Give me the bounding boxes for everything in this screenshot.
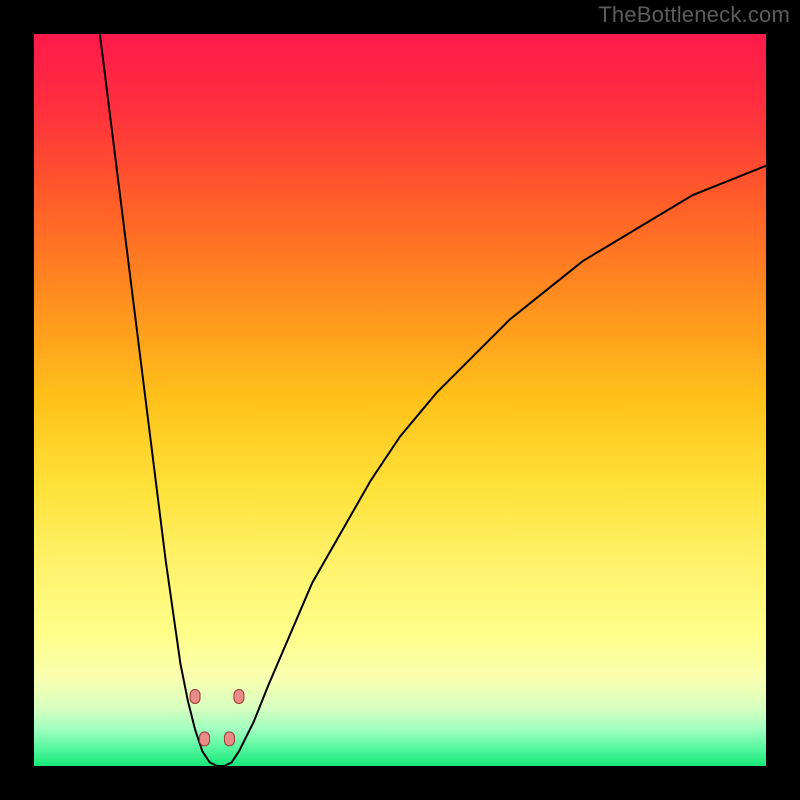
chart-frame: TheBottleneck.com xyxy=(0,0,800,800)
curve-marker xyxy=(200,732,210,746)
plot-area xyxy=(34,34,766,766)
curve-marker xyxy=(190,689,200,703)
watermark-text: TheBottleneck.com xyxy=(598,2,790,28)
gradient-background xyxy=(34,34,766,766)
bottleneck-curve-chart xyxy=(34,34,766,766)
curve-marker xyxy=(234,689,244,703)
curve-marker xyxy=(224,732,234,746)
